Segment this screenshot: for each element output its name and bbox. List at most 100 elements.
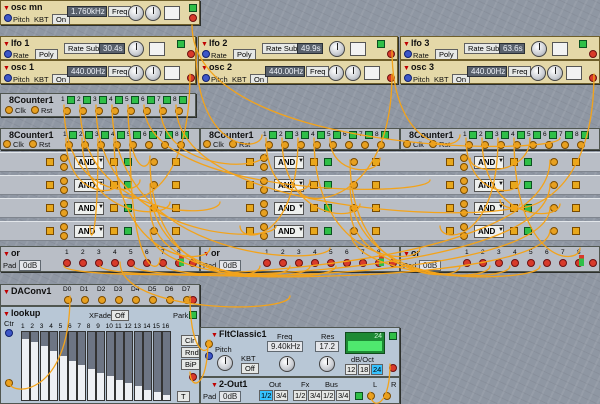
lfo3-poly-button[interactable]: Poly: [435, 49, 458, 59]
logic-out-jack[interactable]: [150, 204, 158, 212]
counter-step-jack[interactable]: [377, 141, 385, 149]
or-input-jack[interactable]: [495, 259, 503, 267]
logic-in-a-jack[interactable]: [260, 223, 268, 231]
lookup-clr-button[interactable]: Clr: [181, 335, 199, 346]
logic-in-b-jack[interactable]: [460, 163, 468, 171]
logic-in-b-jack[interactable]: [60, 186, 68, 194]
lookup-slider[interactable]: [68, 331, 77, 401]
logic-out-sq[interactable]: [510, 181, 518, 189]
logic-out-sq[interactable]: [310, 227, 318, 235]
counter-clk-jack[interactable]: [403, 140, 411, 148]
lfo3-rate-jack[interactable]: [404, 50, 412, 58]
lookup-slider[interactable]: [115, 331, 124, 401]
logic-out2-sq[interactable]: [572, 227, 580, 235]
logic-out-jack[interactable]: [150, 158, 158, 166]
out2-route-button[interactable]: 1/2: [259, 390, 274, 401]
filter-res-knob[interactable]: [319, 356, 335, 372]
logic-out2-sq[interactable]: [172, 181, 180, 189]
filter-out-jack[interactable]: [389, 364, 397, 372]
counter-step-jack[interactable]: [81, 141, 89, 149]
logic-out-jack[interactable]: [550, 204, 558, 212]
osc2-freq-button[interactable]: Freq: [306, 66, 330, 77]
counter-step-jack[interactable]: [65, 141, 73, 149]
lfo2-rate-sub-button[interactable]: Rate Sub: [262, 43, 302, 54]
logic-out2-sq[interactable]: [172, 158, 180, 166]
counter-step-jack[interactable]: [497, 141, 505, 149]
counter-clk-jack[interactable]: [203, 140, 211, 148]
or-input-jack[interactable]: [63, 259, 71, 267]
logic-out-sq[interactable]: [510, 227, 518, 235]
logic-in-b-jack[interactable]: [60, 232, 68, 240]
logic-in-b-jack[interactable]: [60, 163, 68, 171]
filter-in-jack[interactable]: [205, 340, 213, 348]
daconv-bit-jack[interactable]: [115, 296, 123, 304]
daconv-bit-jack[interactable]: [81, 296, 89, 304]
or-input-jack[interactable]: [543, 259, 551, 267]
logic-in-b-jack[interactable]: [260, 209, 268, 217]
logic-in-b-jack[interactable]: [460, 186, 468, 194]
logic-in-sq[interactable]: [246, 181, 254, 189]
lfo1-poly-button[interactable]: Poly: [35, 49, 58, 59]
logic-out-jack[interactable]: [350, 227, 358, 235]
osc-mn-out-jack[interactable]: [189, 14, 197, 22]
counter-top-step-jack[interactable]: [127, 107, 135, 115]
lookup-t-button[interactable]: T: [177, 391, 190, 402]
counter-top-step-jack[interactable]: [159, 107, 167, 115]
counter-step-jack[interactable]: [345, 141, 353, 149]
filter-slope-button[interactable]: 24: [371, 364, 383, 375]
logic-in-a-jack[interactable]: [260, 154, 268, 162]
lfo2-rate-jack[interactable]: [202, 50, 210, 58]
or-out-jack[interactable]: [189, 259, 197, 267]
lfo1-wave-icon[interactable]: [149, 42, 165, 56]
osc3-wave-icon[interactable]: [566, 66, 582, 80]
out2-route-button[interactable]: 1/2: [293, 390, 308, 401]
counter-top-clk-jack[interactable]: [5, 106, 13, 114]
or-input-jack[interactable]: [263, 259, 271, 267]
lfo1-rate-jack[interactable]: [4, 50, 12, 58]
or-input-jack[interactable]: [143, 259, 151, 267]
out2-left-jack[interactable]: [367, 392, 375, 400]
logic-in-sq[interactable]: [246, 158, 254, 166]
or-input-jack[interactable]: [511, 259, 519, 267]
counter-step-jack[interactable]: [329, 141, 337, 149]
logic-in-a-jack[interactable]: [260, 177, 268, 185]
or-input-jack[interactable]: [359, 259, 367, 267]
logic-in-sq[interactable]: [46, 227, 54, 235]
lookup-in-jack[interactable]: [5, 379, 13, 387]
osc1-pitch-jack[interactable]: [4, 74, 12, 82]
or-input-jack[interactable]: [95, 259, 103, 267]
counter-rst-jack[interactable]: [29, 140, 37, 148]
counter-step-jack[interactable]: [465, 141, 473, 149]
osc2-fine-knob[interactable]: [328, 65, 344, 81]
logic-in-sq[interactable]: [246, 227, 254, 235]
counter-step-jack[interactable]: [113, 141, 121, 149]
out2-power-icon[interactable]: [355, 392, 363, 400]
filter-pitch-jack[interactable]: [205, 352, 213, 360]
daconv-bit-jack[interactable]: [149, 296, 157, 304]
counter-rst-jack[interactable]: [229, 140, 237, 148]
osc1-wave-icon[interactable]: [164, 66, 180, 80]
daconv-bit-jack[interactable]: [64, 296, 72, 304]
lfo3-rate-knob[interactable]: [531, 41, 547, 57]
osc-mn-sync-icon[interactable]: [189, 4, 197, 12]
logic-in-sq[interactable]: [246, 204, 254, 212]
counter-rst-jack[interactable]: [429, 140, 437, 148]
or-input-jack[interactable]: [311, 259, 319, 267]
counter-step-jack[interactable]: [161, 141, 169, 149]
daconv-bit-jack[interactable]: [166, 296, 174, 304]
or-input-jack[interactable]: [295, 259, 303, 267]
lfo3-rate-sub-button[interactable]: Rate Sub: [464, 43, 504, 54]
or-out-jack[interactable]: [589, 259, 597, 267]
lfo1-rate-sub-button[interactable]: Rate Sub: [64, 43, 104, 54]
logic-in-sq[interactable]: [446, 158, 454, 166]
logic-out-jack[interactable]: [350, 181, 358, 189]
osc2-wave-icon[interactable]: [364, 66, 380, 80]
or-input-jack[interactable]: [279, 259, 287, 267]
osc3-out-jack[interactable]: [589, 74, 597, 82]
lookup-slider[interactable]: [21, 331, 30, 401]
logic-out-sq[interactable]: [110, 158, 118, 166]
logic-in-a-jack[interactable]: [60, 154, 68, 162]
logic-out-sq[interactable]: [310, 204, 318, 212]
lookup-slider[interactable]: [86, 331, 96, 401]
lfo3-wave-icon[interactable]: [552, 42, 568, 56]
